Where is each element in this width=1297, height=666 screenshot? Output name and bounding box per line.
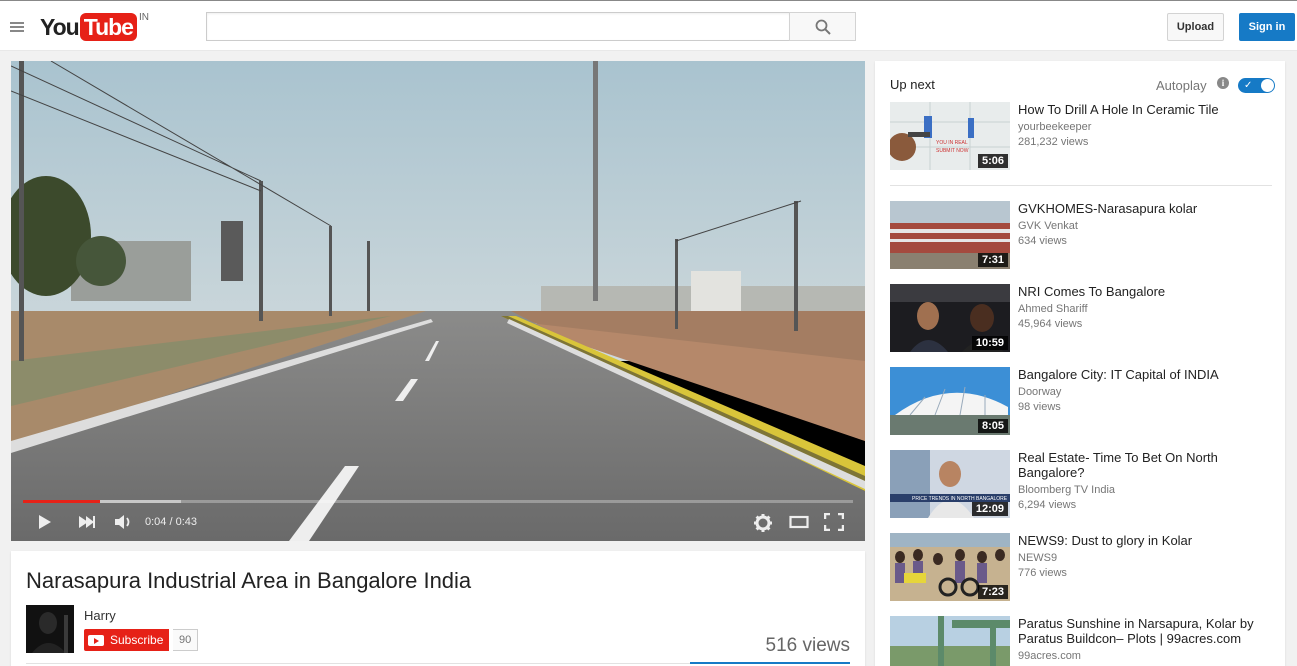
svg-text:YOU IN REAL: YOU IN REAL	[936, 140, 968, 146]
video-thumbnail[interactable]: 7:31	[890, 201, 1010, 269]
video-views: 281,232 views	[1018, 136, 1089, 148]
search-input[interactable]	[206, 12, 790, 41]
video-duration: 5:06	[977, 154, 1008, 168]
video-frame	[11, 61, 865, 541]
video-thumbnail[interactable]: 7:23	[890, 533, 1010, 601]
sign-in-button[interactable]: Sign in	[1239, 13, 1295, 41]
next-icon[interactable]	[77, 513, 97, 531]
video-channel[interactable]: Doorway	[1018, 386, 1061, 398]
channel-avatar[interactable]	[26, 605, 74, 653]
up-next-heading: Up next	[890, 77, 935, 92]
video-views: 6,294 views	[1018, 499, 1077, 511]
video-views: 98 views	[1018, 401, 1061, 413]
svg-text:SUBMIT NOW: SUBMIT NOW	[936, 148, 969, 154]
video-title: Narasapura Industrial Area in Bangalore …	[26, 568, 472, 593]
subscriber-count: 90	[173, 629, 199, 651]
video-channel[interactable]: Bloomberg TV India	[1018, 484, 1115, 496]
youtube-logo[interactable]: You Tube IN	[40, 12, 149, 41]
volume-icon[interactable]	[114, 513, 134, 531]
subscribe-label: Subscribe	[110, 633, 164, 647]
video-duration: 7:31	[977, 253, 1008, 267]
fullscreen-icon[interactable]	[824, 513, 844, 531]
upload-button[interactable]: Upload	[1167, 13, 1224, 41]
video-duration: 8:05	[977, 419, 1008, 433]
video-thumbnail[interactable]: PRICE TRENDS IN NORTH BANGALORE 12:09	[890, 450, 1010, 518]
play-icon[interactable]	[37, 513, 53, 531]
toggle-knob	[1261, 79, 1274, 92]
video-channel[interactable]: yourbeekeeper	[1018, 121, 1091, 133]
video-title[interactable]: Paratus Sunshine in Narsapura, Kolar by …	[1018, 616, 1268, 646]
info-icon[interactable]: i	[1217, 77, 1229, 89]
video-title[interactable]: How To Drill A Hole In Ceramic Tile	[1018, 102, 1268, 117]
check-icon: ✓	[1244, 80, 1253, 91]
recommended-video[interactable]: Paratus Sunshine in Narsapura, Kolar by …	[890, 616, 1275, 666]
settings-gear-icon[interactable]	[753, 513, 773, 533]
theater-mode-icon[interactable]	[789, 513, 809, 531]
recommended-video[interactable]: 7:23 NEWS9: Dust to glory in Kolar NEWS9…	[890, 533, 1275, 603]
time-separator: /	[166, 516, 176, 528]
video-channel[interactable]: NEWS9	[1018, 552, 1057, 564]
video-channel[interactable]: 99acres.com	[1018, 650, 1081, 662]
subscribe-button[interactable]: Subscribe	[84, 629, 170, 651]
logo-you-text: You	[40, 14, 80, 40]
video-title[interactable]: NEWS9: Dust to glory in Kolar	[1018, 533, 1268, 548]
video-thumbnail[interactable]: 8:05	[890, 367, 1010, 435]
autoplay-label: Autoplay	[1156, 78, 1207, 93]
total-duration: 0:43	[175, 516, 198, 528]
video-channel[interactable]: Ahmed Shariff	[1018, 303, 1088, 315]
recommended-video[interactable]: 8:05 Bangalore City: IT Capital of INDIA…	[890, 367, 1275, 437]
video-duration: 7:23	[977, 585, 1008, 599]
view-count: 516 views	[765, 635, 851, 656]
progress-bar[interactable]	[23, 500, 853, 503]
youtube-play-icon	[88, 634, 104, 646]
video-title[interactable]: NRI Comes To Bangalore	[1018, 284, 1268, 299]
video-views: 776 views	[1018, 567, 1067, 579]
video-views: 634 views	[1018, 235, 1067, 247]
search-button[interactable]	[789, 12, 856, 41]
video-player[interactable]: 0:04 / 0:43	[11, 61, 865, 541]
video-thumbnail[interactable]: 10:59	[890, 284, 1010, 352]
recommended-video[interactable]: PRICE TRENDS IN NORTH BANGALORE 12:09 Re…	[890, 450, 1275, 520]
logo-country-code: IN	[138, 12, 149, 23]
video-channel[interactable]: GVK Venkat	[1018, 220, 1078, 232]
logo-tube-text: Tube	[79, 13, 137, 41]
recommended-video[interactable]: 10:59 NRI Comes To Bangalore Ahmed Shari…	[890, 284, 1275, 354]
search-icon	[815, 19, 831, 35]
current-time: 0:04	[145, 516, 167, 528]
video-duration: 10:59	[971, 336, 1008, 350]
video-title[interactable]: GVKHOMES-Narasapura kolar	[1018, 201, 1268, 216]
channel-name[interactable]: Harry	[84, 608, 116, 623]
video-thumbnail[interactable]: YOU IN REAL SUBMIT NOW 5:06	[890, 102, 1010, 170]
recommended-video[interactable]: 7:31 GVKHOMES-Narasapura kolar GVK Venka…	[890, 201, 1275, 271]
player-controls: 0:04 / 0:43	[11, 505, 865, 541]
video-thumbnail[interactable]	[890, 616, 1010, 666]
progress-played	[23, 500, 101, 503]
recommended-video[interactable]: YOU IN REAL SUBMIT NOW 5:06 How To Drill…	[890, 102, 1275, 172]
video-title[interactable]: Real Estate- Time To Bet On North Bangal…	[1018, 450, 1268, 480]
time-display: 0:04 / 0:43	[145, 516, 197, 528]
watch-sidebar: Up next Autoplay i ✓ YOU IN REAL SUBMIT …	[875, 61, 1285, 666]
video-info-panel: Narasapura Industrial Area in Bangalore …	[11, 551, 865, 666]
guide-menu-icon[interactable]	[10, 22, 24, 32]
divider	[890, 185, 1272, 186]
sentiment-bar	[690, 662, 850, 664]
video-title[interactable]: Bangalore City: IT Capital of INDIA	[1018, 367, 1268, 382]
masthead: You Tube IN Upload Sign in	[0, 0, 1297, 51]
video-duration: 12:09	[971, 502, 1008, 516]
autoplay-toggle[interactable]: ✓	[1238, 78, 1275, 93]
video-views: 45,964 views	[1018, 318, 1083, 330]
